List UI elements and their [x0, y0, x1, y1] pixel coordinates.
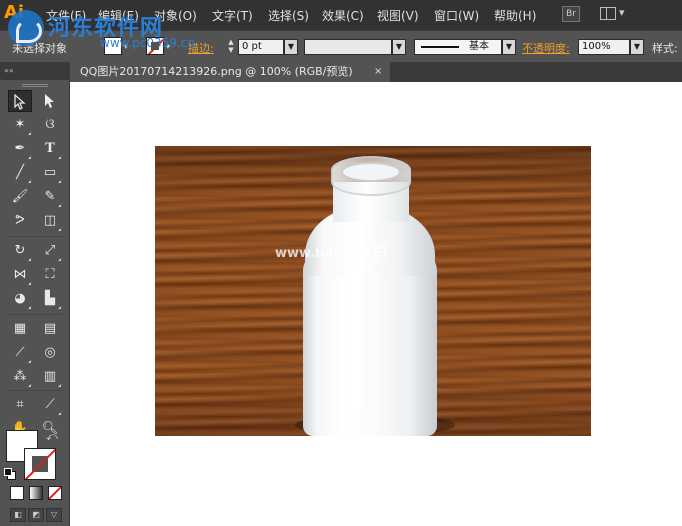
selection-tool-icon[interactable] [8, 90, 32, 112]
column-graph-tool-icon[interactable]: ▥ [38, 366, 62, 388]
symbol-sprayer-tool-icon[interactable]: ⁂ [8, 366, 32, 388]
graphic-style-label: 样式: [652, 42, 678, 55]
scale-tool-icon[interactable]: ⤢ [38, 240, 62, 262]
tools-divider [8, 390, 62, 391]
brush-definition[interactable]: 基本 [414, 39, 502, 55]
pencil-tool-icon[interactable]: ✎ [38, 186, 62, 208]
opacity-panel-link[interactable]: 不透明度: [522, 40, 570, 56]
menu-window[interactable]: 窗口(W) [434, 7, 479, 24]
milk-bottle-body [303, 254, 437, 436]
tools-divider [8, 314, 62, 315]
close-tab-icon[interactable]: × [374, 62, 382, 82]
mesh-tool-icon[interactable]: ▦ [8, 318, 32, 340]
menu-view[interactable]: 视图(V) [377, 7, 419, 24]
none-mode-button[interactable] [48, 486, 62, 500]
pen-tool-icon[interactable]: ✒ [8, 138, 32, 160]
eyedropper-tool-icon[interactable]: ⟋ [8, 342, 32, 364]
swap-fill-stroke-icon[interactable]: ⤺ [46, 430, 58, 444]
blend-tool-icon[interactable]: ◎ [38, 342, 62, 364]
variable-width-profile[interactable] [304, 39, 392, 55]
menu-help[interactable]: 帮助(H) [494, 7, 536, 24]
lasso-tool-icon[interactable]: ଓ [38, 114, 62, 136]
placed-image[interactable]: www.home.NET [155, 146, 591, 436]
stroke-color-box[interactable] [24, 448, 56, 480]
brush-dropdown[interactable]: ▼ [502, 39, 516, 55]
color-mode-button[interactable] [10, 486, 24, 500]
opacity-input[interactable]: 100% [578, 39, 630, 55]
document-tab[interactable]: QQ图片20170714213926.png @ 100% (RGB/预览) × [70, 62, 390, 82]
eraser-tool-icon[interactable]: ◫ [38, 210, 62, 232]
blob-brush-tool-icon[interactable]: ᕗ [8, 210, 32, 232]
default-fill-stroke-icon[interactable] [4, 468, 16, 480]
slice-tool-icon[interactable]: ⟋ [38, 394, 62, 416]
arrange-documents-icon [600, 7, 616, 20]
panel-grip[interactable] [22, 84, 48, 87]
tools-panel-collapse[interactable]: «« [0, 62, 70, 80]
watermark-logo-icon [8, 10, 44, 46]
bottle-highlight [351, 266, 361, 416]
width-tool-icon[interactable]: ⋈ [8, 264, 32, 286]
artboard-tool-icon[interactable]: ⌗ [8, 394, 32, 416]
menu-effect[interactable]: 效果(C) [322, 7, 364, 24]
line-segment-tool-icon[interactable]: ╱ [8, 162, 32, 184]
variable-width-dropdown[interactable]: ▼ [392, 39, 406, 55]
shape-builder-tool-icon[interactable]: ◕ [8, 288, 32, 310]
stroke-weight-input[interactable]: 0 pt [238, 39, 284, 55]
opacity-dropdown[interactable]: ▼ [630, 39, 644, 55]
direct-selection-tool-icon[interactable] [38, 90, 62, 112]
milk-bottle-mouth [341, 162, 401, 182]
menu-select[interactable]: 选择(S) [268, 7, 309, 24]
chevron-down-icon: ▾ [619, 6, 625, 19]
paintbrush-tool-icon[interactable]: 🖌 [8, 186, 32, 208]
document-tab-bar: QQ图片20170714213926.png @ 100% (RGB/预览) × [70, 62, 682, 82]
tools-divider [8, 236, 62, 237]
rotate-tool-icon[interactable]: ↻ [8, 240, 32, 262]
draw-behind-icon[interactable]: ◩ [28, 508, 44, 522]
type-tool-icon[interactable]: T [38, 138, 62, 160]
gradient-mode-button[interactable] [29, 486, 43, 500]
document-tab-title: QQ图片20170714213926.png @ 100% (RGB/预览) [80, 65, 353, 78]
draw-normal-icon[interactable]: ◧ [10, 508, 26, 522]
stroke-weight-stepper[interactable]: ▲ ▼ [224, 38, 238, 56]
menu-type[interactable]: 文字(T) [212, 7, 253, 24]
brush-name: 基本 [469, 41, 489, 52]
photo-watermark: www.home.NET [275, 246, 390, 261]
stroke-weight-dropdown[interactable]: ▼ [284, 39, 298, 55]
rectangle-tool-icon[interactable]: ▭ [38, 162, 62, 184]
magic-wand-tool-icon[interactable]: ✶ [8, 114, 32, 136]
gradient-tool-icon[interactable]: ▤ [38, 318, 62, 340]
arrange-documents-button[interactable]: ▾ [600, 6, 628, 22]
tools-panel: ✶ ଓ ✒ T ╱ ▭ 🖌 ✎ ᕗ ◫ ↻ ⤢ ⋈ ⛶ ◕ ▙ ▦ ▤ ⟋ ◎ … [0, 80, 70, 526]
watermark-url: www.pc0359.cn [100, 36, 195, 50]
bridge-button[interactable]: Br [562, 6, 580, 22]
brush-stroke-preview [421, 46, 459, 48]
draw-inside-icon[interactable]: ▽ [46, 508, 62, 522]
free-transform-tool-icon[interactable]: ⛶ [38, 264, 62, 286]
perspective-grid-tool-icon[interactable]: ▙ [38, 288, 62, 310]
